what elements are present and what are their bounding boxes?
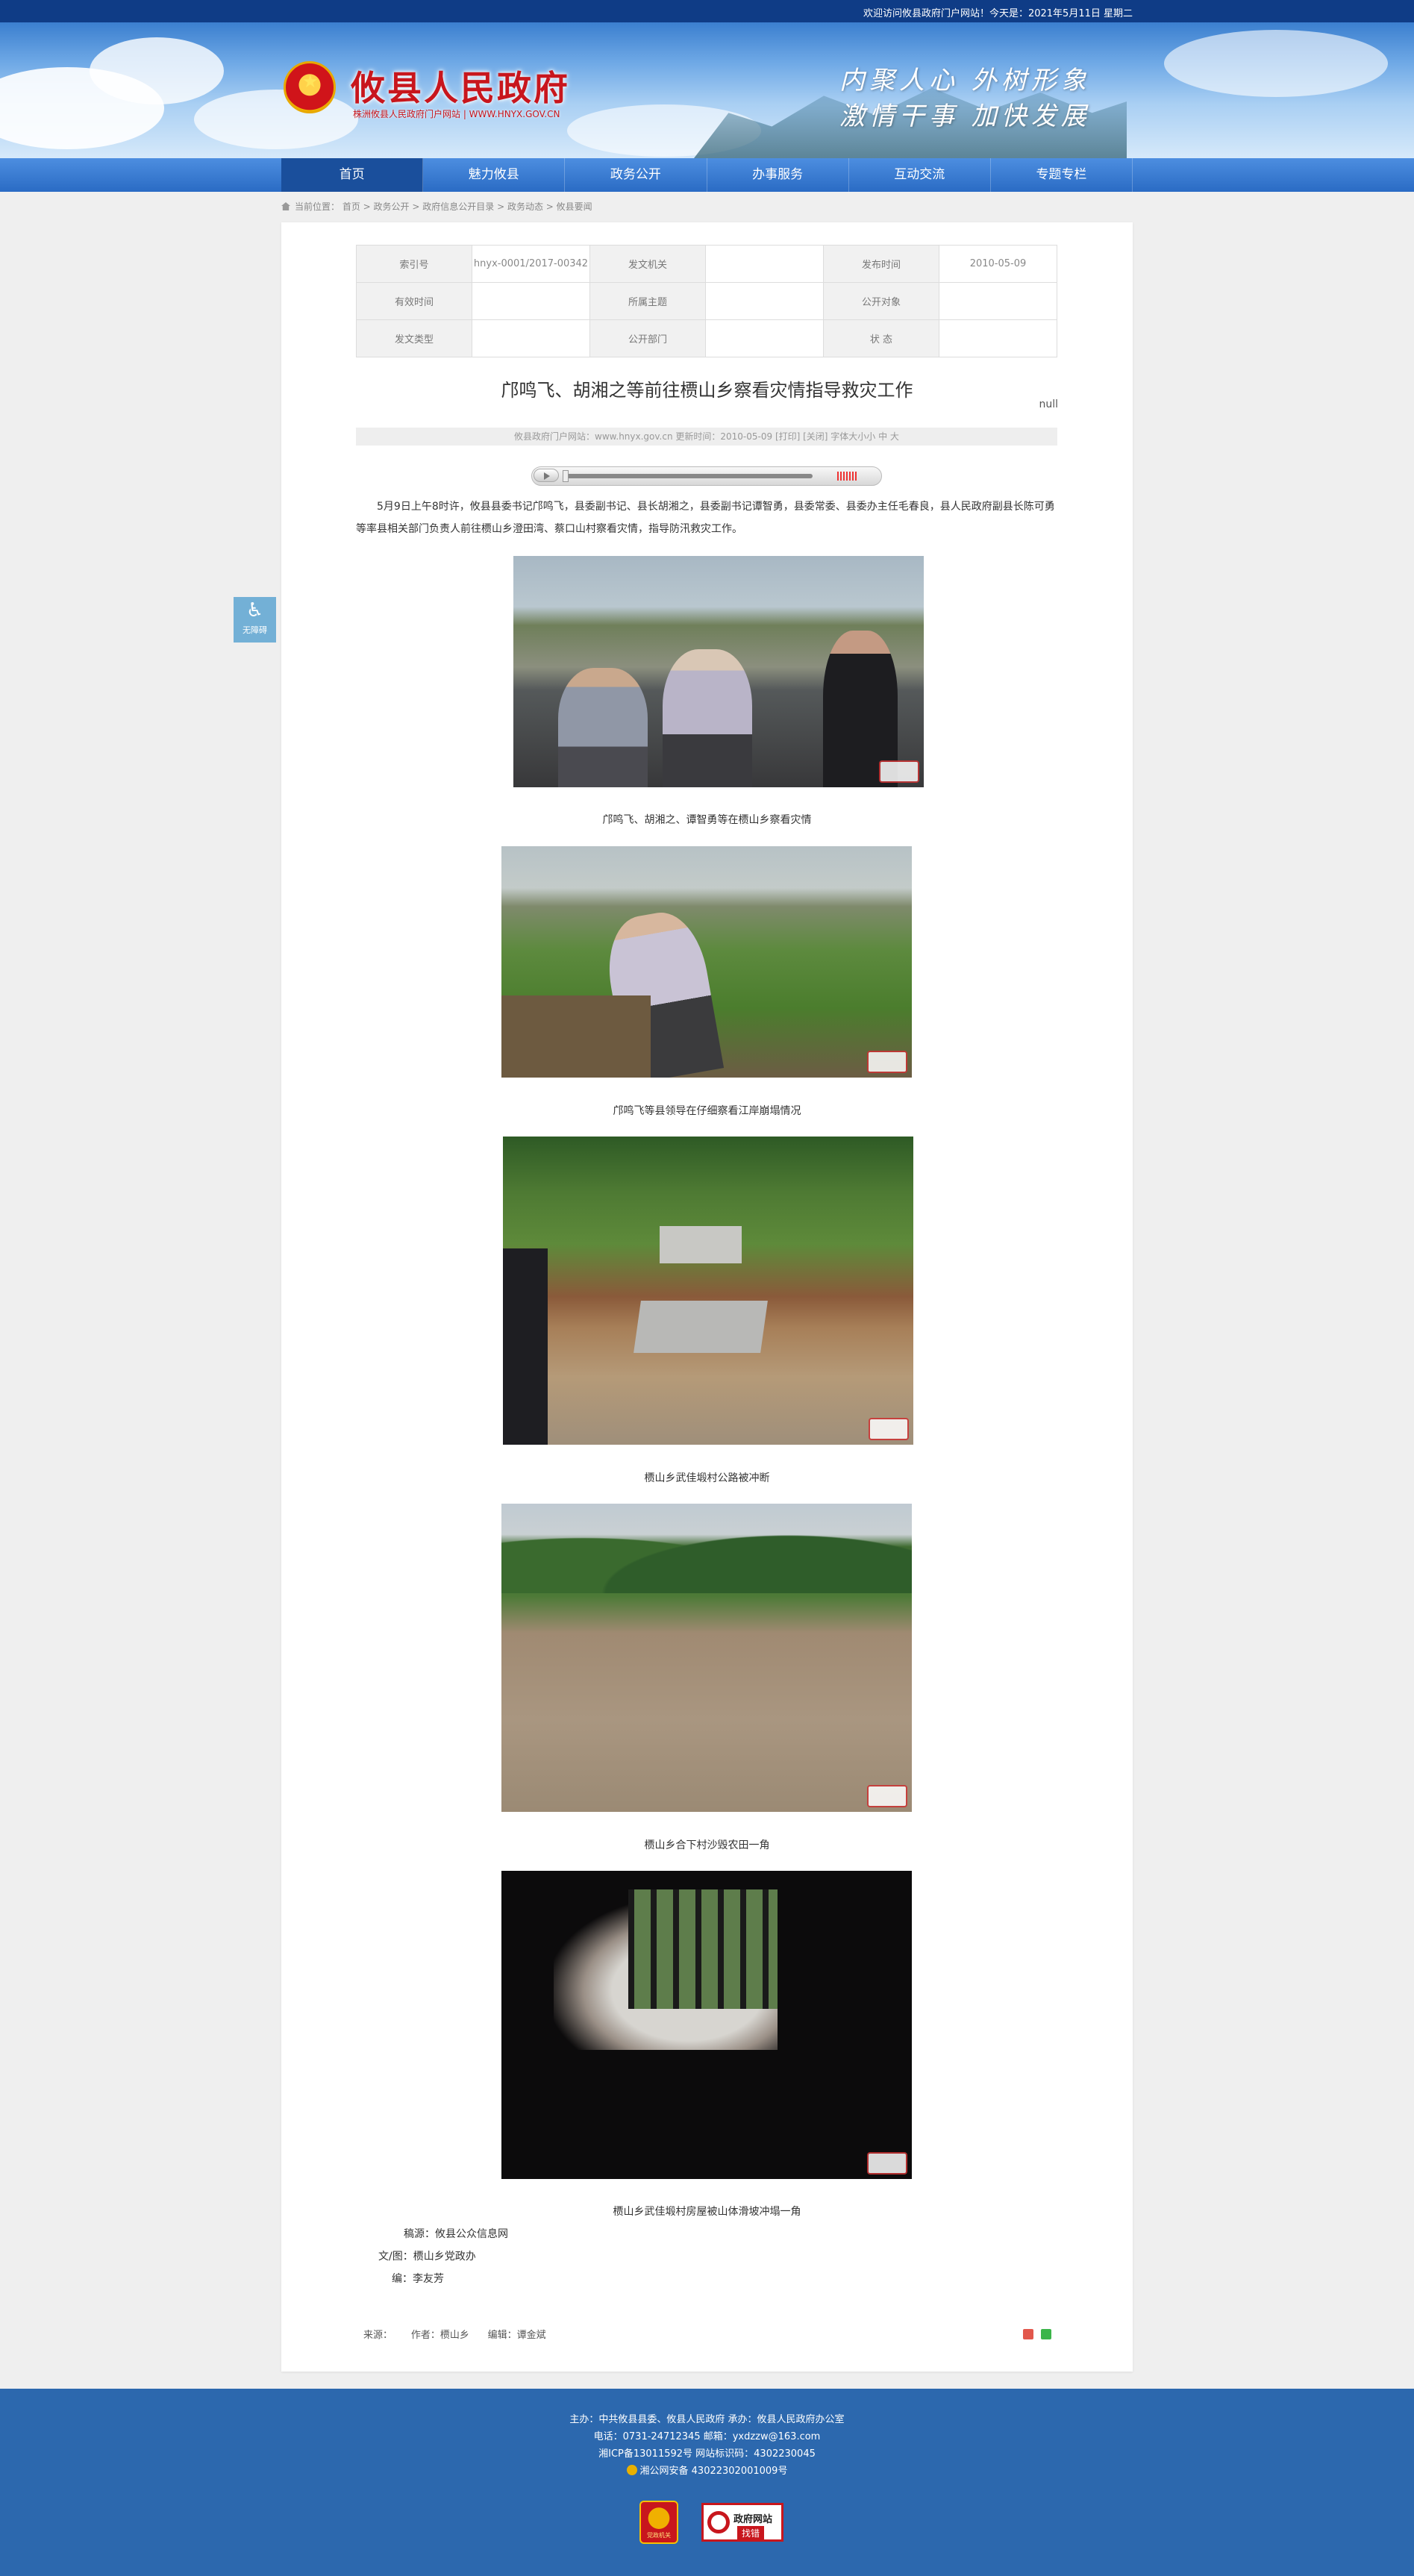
meta-value-doc-type	[472, 319, 590, 357]
volume-icon[interactable]	[837, 472, 858, 481]
breadcrumb-item-info-catalog[interactable]: 政府信息公开目录	[422, 201, 494, 212]
photo-caption-2: 邝鸣飞等县领导在仔细察看江岸崩塌情况	[613, 1105, 801, 1117]
article-meta-table: 索引号 hnyx-0001/2017-00342 发文机关 发布时间 2010-…	[356, 245, 1057, 357]
slogan-line-1: 内聚人心 外树形象	[839, 66, 1091, 96]
gov-site-error-report-badge[interactable]: 政府网站 找错	[701, 2503, 783, 2542]
author-label: 作者：槚山乡	[410, 2330, 469, 2341]
national-emblem-icon	[284, 61, 336, 113]
meta-label-issuing-org: 发文机关	[589, 245, 706, 283]
source-label: 来源：	[363, 2330, 393, 2341]
audio-progress-handle[interactable]	[563, 470, 569, 482]
article-title: 邝鸣飞、胡湘之等前往槚山乡察看灾情指导救灾工作	[501, 380, 913, 401]
accessibility-label: 无障碍	[243, 625, 267, 635]
error-badge-title: 政府网站	[733, 2514, 773, 2525]
wheelchair-icon: ♿	[245, 599, 264, 622]
meta-label-category: 所属主题	[589, 282, 706, 320]
breadcrumb-separator: >	[494, 201, 507, 212]
audio-player[interactable]	[531, 466, 882, 486]
meta-label-valid-time: 有效时间	[356, 282, 472, 320]
article-photo-2	[501, 846, 912, 1078]
breadcrumb-prefix: 当前位置：	[295, 201, 340, 212]
photo-caption-4: 槚山乡合下村沙毁农田一角	[644, 1839, 770, 1851]
site-title[interactable]: 攸县人民政府	[351, 61, 570, 110]
watermark-logo-icon	[867, 1051, 907, 1073]
credit-author: 文/图：槚山乡党政办	[378, 2251, 476, 2263]
meta-value-audience	[939, 282, 1057, 320]
breadcrumb-separator: >	[409, 201, 423, 212]
top-welcome-bar: 欢迎访问攸县政府门户网站！今天是：2021年5月11日 星期二	[0, 0, 1414, 22]
meta-value-publish-date: 2010-05-09	[939, 245, 1057, 283]
meta-label-publish-date: 发布时间	[823, 245, 939, 283]
article-source-line: 来源： 作者：槚山乡 编辑：谭金斌	[363, 2327, 546, 2341]
meta-value-dept	[705, 319, 824, 357]
credit-editor: 编：李友芳	[392, 2273, 444, 2285]
footer-sponsor: 主办：中共攸县县委、攸县人民政府 承办：攸县人民政府办公室	[569, 2414, 845, 2425]
watermark-logo-icon	[879, 760, 919, 783]
magnifier-icon	[707, 2511, 730, 2533]
photo-caption-1: 邝鸣飞、胡湘之、谭智勇等在槚山乡察看灾情	[602, 814, 812, 826]
article-photo-5	[501, 1871, 912, 2179]
footer-contact: 电话：0731-24712345 邮箱：yxdzzw@163.com	[593, 2431, 821, 2442]
site-subtitle: 株洲攸县人民政府门户网站 | WWW.HNYX.GOV.CN	[353, 109, 560, 119]
watermark-logo-icon	[869, 1418, 909, 1440]
meta-label-status: 状 态	[823, 319, 939, 357]
slogan-line-2: 激情干事 加快发展	[839, 101, 1091, 131]
welcome-text: 欢迎访问攸县政府门户网站！今天是：2021年5月11日 星期二	[863, 8, 1133, 19]
article-card: 索引号 hnyx-0001/2017-00342 发文机关 发布时间 2010-…	[281, 222, 1133, 2372]
main-nav: 首页 魅力攸县 政务公开 办事服务 互动交流 专题专栏	[0, 158, 1414, 192]
audio-progress-bar[interactable]	[563, 474, 813, 478]
meta-label-audience: 公开对象	[823, 282, 939, 320]
photo-caption-3: 槚山乡武佳塅村公路被冲断	[644, 1472, 770, 1484]
article-photo-1	[513, 556, 924, 787]
breadcrumb-separator: >	[542, 201, 557, 212]
breadcrumb-separator: >	[360, 201, 374, 212]
home-icon	[281, 202, 290, 210]
meta-label-index-no: 索引号	[356, 245, 472, 283]
watermark-logo-icon	[867, 1785, 907, 1807]
article-null-text: null	[1039, 398, 1058, 410]
share-weibo-icon[interactable]	[1023, 2329, 1033, 2339]
article-photo-4	[501, 1504, 912, 1812]
meta-label-doc-type: 发文类型	[356, 319, 472, 357]
meta-value-issuing-org	[705, 245, 824, 283]
article-photo-3	[503, 1137, 913, 1445]
meta-value-index-no: hnyx-0001/2017-00342	[472, 245, 590, 283]
footer: 主办：中共攸县县委、攸县人民政府 承办：攸县人民政府办公室 电话：0731-24…	[0, 2389, 1414, 2576]
breadcrumb-item-county-news[interactable]: 攸县要闻	[557, 201, 592, 212]
meta-label-dept: 公开部门	[589, 319, 706, 357]
credit-source: 稿源：攸县公众信息网	[404, 2228, 508, 2240]
meta-value-status	[939, 319, 1057, 357]
meta-value-valid-time	[472, 282, 590, 320]
editor-label: 编辑：谭金斌	[487, 2330, 546, 2341]
nav-item-interaction[interactable]: 互动交流	[849, 158, 991, 192]
meta-value-category	[705, 282, 824, 320]
header-banner: 攸县人民政府 株洲攸县人民政府门户网站 | WWW.HNYX.GOV.CN 内聚…	[0, 22, 1414, 158]
accessibility-button[interactable]: ♿ 无障碍	[234, 597, 276, 643]
nav-item-home[interactable]: 首页	[281, 158, 424, 192]
breadcrumb-item-gov-affairs[interactable]: 政务公开	[374, 201, 410, 212]
article-paragraph: 5月9日上午8时许，攸县县委书记邝鸣飞，县委副书记、县长胡湘之，县委副书记谭智勇…	[356, 501, 1055, 535]
breadcrumb-item-home[interactable]: 首页	[342, 201, 360, 212]
footer-police-record-text: 湘公网安备 43022302001009号	[639, 2466, 788, 2477]
error-badge-sub: 找错	[737, 2526, 765, 2540]
party-gov-org-badge[interactable]: 党政机关	[639, 2501, 678, 2544]
nav-item-special-topics[interactable]: 专题专栏	[991, 158, 1133, 192]
watermark-logo-icon	[867, 2152, 907, 2175]
article-info-bar: 攸县政府门户网站：www.hnyx.gov.cn 更新时间：2010-05-09…	[356, 428, 1057, 446]
share-wechat-icon[interactable]	[1041, 2329, 1051, 2339]
footer-icp[interactable]: 湘ICP备13011592号 网站标识码：4302230045	[0, 2445, 1414, 2460]
nav-item-services[interactable]: 办事服务	[707, 158, 849, 192]
nav-item-government-affairs[interactable]: 政务公开	[565, 158, 707, 192]
photo-caption-5: 槚山乡武佳塅村房屋被山体滑坡冲塌一角	[613, 2206, 801, 2218]
play-button[interactable]	[534, 469, 559, 482]
police-badge-icon	[626, 2465, 637, 2475]
nav-item-charm-youxian[interactable]: 魅力攸县	[423, 158, 566, 192]
breadcrumb-item-gov-news[interactable]: 政务动态	[507, 201, 543, 212]
breadcrumb: 当前位置： 首页 > 政务公开 > 政府信息公开目录 > 政务动态 > 攸县要闻	[281, 200, 592, 213]
party-badge-label: 党政机关	[647, 2532, 671, 2539]
footer-police-record[interactable]: 湘公网安备 43022302001009号	[0, 2463, 1414, 2477]
